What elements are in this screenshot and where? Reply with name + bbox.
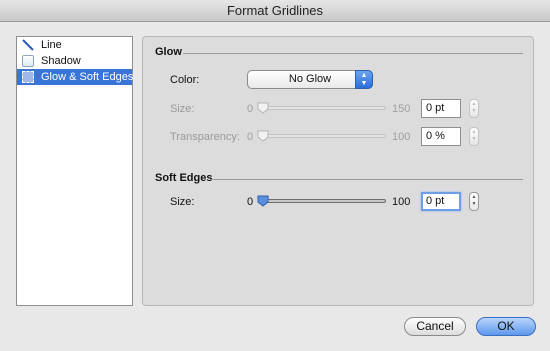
shadow-icon: [22, 55, 34, 67]
glow-section-title: Glow: [155, 46, 182, 58]
glow-size-max: 150: [392, 103, 411, 115]
soft-edges-size-max: 100: [392, 196, 411, 208]
transparency-label: Transparency:: [170, 131, 240, 143]
glow-color-value: No Glow: [288, 73, 332, 85]
transparency-stepper[interactable]: ▲ ▼: [469, 127, 479, 146]
popup-arrows-icon: ▲ ▼: [355, 70, 373, 89]
category-item-shadow[interactable]: Shadow: [17, 53, 132, 69]
category-item-label: Line: [41, 39, 62, 51]
glow-size-stepper[interactable]: ▲ ▼: [469, 99, 479, 118]
transparency-field[interactable]: 0 %: [421, 127, 461, 146]
dialog-body: Line Shadow Glow & Soft Edges Glow Color…: [0, 22, 550, 351]
category-item-glow-soft-edges[interactable]: Glow & Soft Edges: [17, 69, 134, 85]
soft-edges-section-divider: [211, 179, 523, 180]
soft-edges-size-label: Size:: [170, 196, 195, 208]
category-item-line[interactable]: Line: [17, 37, 132, 53]
glow-color-popup[interactable]: No Glow ▲ ▼: [247, 70, 373, 89]
glow-icon: [22, 71, 34, 83]
category-item-label: Glow & Soft Edges: [41, 71, 134, 83]
window-title: Format Gridlines: [0, 0, 550, 22]
soft-edges-size-min: 0: [247, 196, 254, 208]
glow-size-min: 0: [247, 103, 254, 115]
category-item-label: Shadow: [41, 55, 81, 67]
glow-size-slider[interactable]: [257, 102, 386, 114]
transparency-slider[interactable]: [257, 130, 386, 142]
glow-size-field[interactable]: 0 pt: [421, 99, 461, 118]
transparency-min: 0: [247, 131, 254, 143]
glow-size-label: Size:: [170, 103, 195, 115]
soft-edges-size-field[interactable]: 0 pt: [421, 192, 461, 211]
line-icon: [22, 39, 34, 51]
settings-panel: Glow Color: No Glow ▲ ▼ Size: 0 150 0 pt …: [142, 36, 534, 306]
category-list: Line Shadow Glow & Soft Edges: [16, 36, 133, 306]
cancel-button[interactable]: Cancel: [404, 317, 466, 336]
color-label: Color:: [170, 74, 200, 86]
soft-edges-size-slider-thumb[interactable]: [257, 195, 269, 207]
transparency-slider-thumb[interactable]: [257, 130, 269, 142]
glow-size-slider-thumb[interactable]: [257, 102, 269, 114]
soft-edges-size-stepper[interactable]: ▲ ▼: [469, 192, 479, 211]
soft-edges-size-slider[interactable]: [257, 195, 386, 207]
ok-button[interactable]: OK: [476, 317, 536, 336]
transparency-max: 100: [392, 131, 411, 143]
soft-edges-section-title: Soft Edges: [155, 172, 213, 184]
glow-section-divider: [183, 53, 523, 54]
